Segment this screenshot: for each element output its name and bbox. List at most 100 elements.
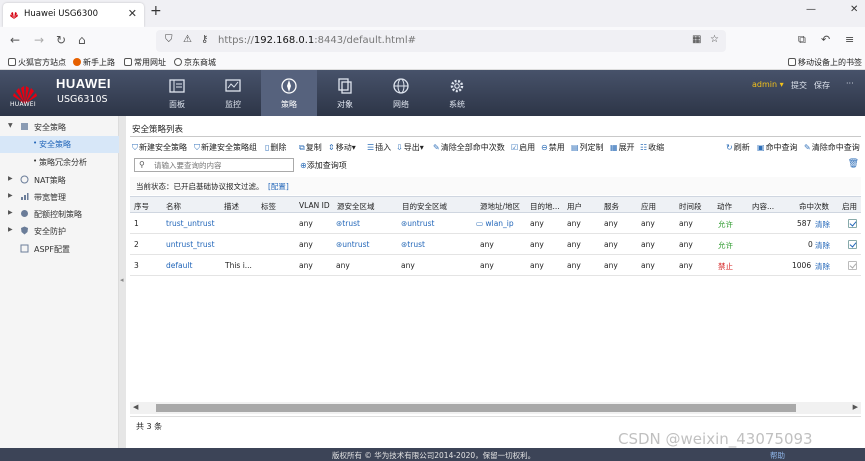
col-header[interactable]: 命中次数 [799, 201, 829, 212]
expand-down-icon[interactable]: ▼ [8, 122, 13, 129]
clear-all-hits-button[interactable]: ✎清除全部命中次数 [433, 142, 505, 153]
shield-icon[interactable]: ⛉ [165, 34, 173, 45]
col-header[interactable]: 源地址/地区 [480, 201, 520, 212]
disable-button[interactable]: ⊖禁用 [541, 142, 565, 153]
enable-checkbox[interactable] [848, 240, 857, 249]
col-header[interactable]: VLAN ID [299, 201, 330, 210]
browser-tab[interactable]: Huawei USG6300 ✕ [3, 3, 144, 27]
enable-checkbox[interactable] [848, 219, 857, 228]
col-header[interactable]: 标签 [261, 201, 276, 212]
sidebar-item-security-policy[interactable]: • 安全策略 [0, 136, 119, 153]
scroll-right-icon[interactable]: ▶ [853, 403, 858, 411]
config-link[interactable]: [配置] [268, 181, 289, 192]
col-header[interactable]: 名称 [166, 201, 181, 212]
collapse-arrow-icon[interactable]: ◂ [120, 276, 124, 284]
delete-button[interactable]: ▯删除 [265, 142, 286, 153]
expand-right-icon[interactable]: ▶ [8, 209, 13, 216]
export-button[interactable]: ⇩导出▾ [396, 142, 424, 153]
undo-icon[interactable]: ↶ [821, 33, 830, 46]
crop-icon[interactable]: ⧉ [798, 33, 806, 47]
user-menu[interactable]: admin ▾ [752, 80, 784, 89]
expand-right-icon[interactable]: ▶ [8, 192, 13, 199]
table-row[interactable]: 3 default This i... any any any any any … [130, 255, 861, 276]
clear-search-trash-icon[interactable]: 🗑 [848, 159, 859, 169]
clear-hits-link[interactable]: 清除 [815, 240, 830, 251]
policy-name-link[interactable]: trust_untrust [166, 219, 215, 228]
bookmark-star-icon[interactable]: ☆ [710, 34, 719, 45]
table-row[interactable]: 1 trust_untrust any ⊛trust ⊛untrust ▭ wl… [130, 213, 861, 234]
column-custom-button[interactable]: ▤列定制 [571, 142, 604, 153]
sidebar-item-aspf[interactable]: ASPF配置 [0, 241, 119, 258]
new-policy-button[interactable]: ⛉新建安全策略 [132, 142, 187, 153]
col-header[interactable]: 动作 [717, 201, 732, 212]
horizontal-scrollbar[interactable]: ◀ ▶ [130, 402, 861, 414]
new-tab-icon[interactable]: + [150, 3, 162, 19]
move-button[interactable]: ⇕移动▾ [328, 142, 356, 153]
bookmark-item[interactable]: 火狐官方站点 [8, 57, 66, 68]
col-header[interactable]: 目的地... [530, 201, 560, 212]
clear-hits-link[interactable]: 清除 [815, 219, 830, 230]
sidebar-item-bandwidth[interactable]: ▶ 带宽管理 [0, 189, 119, 206]
add-query-button[interactable]: ⊕添加查询项 [300, 160, 347, 171]
reload-icon[interactable]: ↻ [56, 33, 66, 47]
nav-object[interactable]: 对象 [317, 70, 373, 116]
lock-warning-icon[interactable]: ⚠ [183, 34, 192, 45]
save-link[interactable]: 保存 [814, 80, 830, 91]
minimize-icon[interactable]: — [806, 4, 816, 15]
refresh-button[interactable]: ↻刷新 [726, 142, 750, 153]
window-close-icon[interactable]: ✕ [850, 4, 858, 15]
col-header[interactable]: 启用 [842, 201, 857, 212]
more-icon[interactable]: ··· [846, 79, 854, 88]
col-header[interactable]: 目的安全区域 [402, 201, 447, 212]
sidebar-item-redundancy-analysis[interactable]: • 策略冗余分析 [0, 154, 119, 171]
qr-code-icon[interactable]: ▦ [692, 34, 701, 45]
policy-name-link[interactable]: untrust_trust [166, 240, 215, 249]
sidebar-splitter[interactable]: ◂ [119, 116, 126, 448]
menu-icon[interactable]: ≡ [845, 33, 854, 46]
col-header[interactable]: 内容... [752, 201, 774, 212]
help-link[interactable]: 帮助 [770, 450, 785, 461]
new-policy-group-button[interactable]: ⛉新建安全策略组 [194, 142, 257, 153]
expand-right-icon[interactable]: ▶ [8, 175, 13, 182]
collapse-button[interactable]: ☷收缩 [640, 142, 664, 153]
forward-icon[interactable]: → [34, 33, 44, 47]
nav-policy[interactable]: 策略 [261, 70, 317, 116]
bookmark-item[interactable]: 常用网址 [124, 57, 166, 68]
back-icon[interactable]: ← [10, 33, 20, 47]
hit-query-button[interactable]: ▣命中查询 [757, 142, 798, 153]
col-header[interactable]: 应用 [641, 201, 656, 212]
bookmark-item[interactable]: 京东商城 [174, 57, 216, 68]
url-bar[interactable]: ⛉ ⚠ ⚷ https://192.168.0.1:8443/default.h… [156, 30, 726, 52]
submit-link[interactable]: 提交 [791, 80, 807, 91]
nav-dashboard[interactable]: 面板 [149, 70, 205, 116]
tab-close-icon[interactable]: ✕ [128, 7, 137, 20]
copy-button[interactable]: ⧉复制 [299, 142, 322, 153]
table-row[interactable]: 2 untrust_trust any ⊛untrust ⊛trust any … [130, 234, 861, 255]
nav-system[interactable]: 系统 [429, 70, 485, 116]
nav-monitor[interactable]: 监控 [205, 70, 261, 116]
bookmark-item[interactable]: 新手上路 [73, 57, 115, 68]
clear-hits-link[interactable]: 清除 [815, 261, 830, 272]
insert-button[interactable]: ☰插入 [367, 142, 391, 153]
col-header[interactable]: 源安全区域 [337, 201, 375, 212]
sidebar-item-protection[interactable]: ▶ 安全防护 [0, 223, 119, 240]
mobile-bookmarks[interactable]: 移动设备上的书签 [788, 57, 862, 68]
expand-button[interactable]: ▦展开 [610, 142, 635, 153]
nav-network[interactable]: 网络 [373, 70, 429, 116]
clear-hit-query-button[interactable]: ✎清除命中查询 [804, 142, 860, 153]
policy-name-link[interactable]: default [166, 261, 192, 270]
scroll-left-icon[interactable]: ◀ [133, 403, 138, 411]
scrollbar-thumb[interactable] [156, 404, 796, 412]
col-header[interactable]: 用户 [567, 201, 582, 212]
sidebar-item-quota[interactable]: ▶ 配额控制策略 [0, 206, 119, 223]
expand-right-icon[interactable]: ▶ [8, 226, 13, 233]
search-input[interactable] [154, 160, 292, 171]
enable-button[interactable]: ☑启用 [511, 142, 535, 153]
home-icon[interactable]: ⌂ [78, 33, 86, 47]
sidebar-item-nat[interactable]: ▶ NAT策略 [0, 172, 119, 189]
col-header[interactable]: 描述 [224, 201, 239, 212]
col-header[interactable]: 服务 [604, 201, 619, 212]
col-header[interactable]: 时间段 [679, 201, 702, 212]
sidebar-item-security-policy-group[interactable]: ▼ 安全策略 [0, 119, 119, 136]
col-header[interactable]: 序号 [134, 201, 149, 212]
